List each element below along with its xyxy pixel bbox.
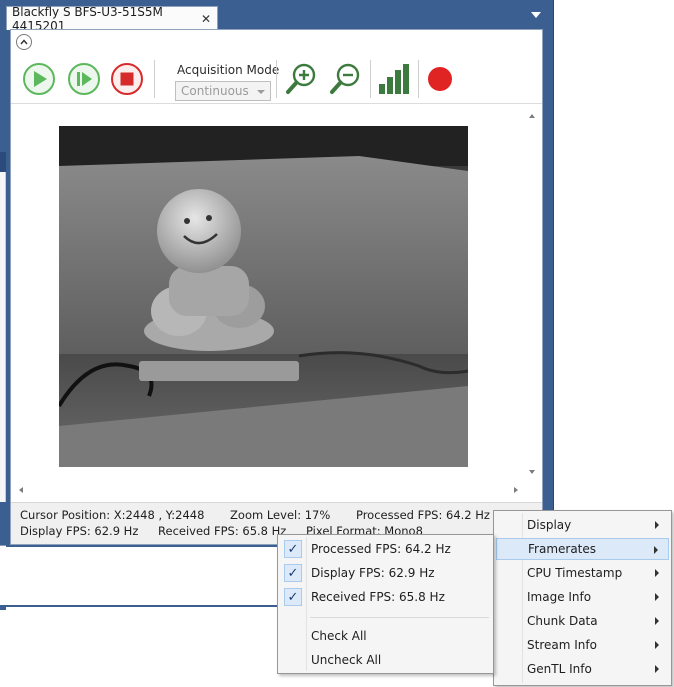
tab-dropdown-icon[interactable] xyxy=(531,12,541,18)
stop-acquisition-button[interactable] xyxy=(109,61,145,97)
menu-item-chunk-data[interactable]: Chunk Data xyxy=(496,610,669,632)
menu-item-label: CPU Timestamp xyxy=(527,566,623,580)
toolbar-separator xyxy=(418,60,419,98)
status-context-menu: Display Framerates CPU Timestamp Image I… xyxy=(493,510,672,686)
submenu-arrow-icon xyxy=(655,593,659,601)
record-icon xyxy=(428,67,452,91)
submenu-arrow-icon xyxy=(655,521,659,529)
menu-item-stream-info[interactable]: Stream Info xyxy=(496,634,669,656)
menu-item-display-fps[interactable]: ✓ Display FPS: 62.9 Hz xyxy=(280,562,491,584)
toolbar-separator xyxy=(276,60,277,98)
acquisition-mode-value: Continuous xyxy=(181,84,249,98)
processed-fps: Processed FPS: 64.2 Hz xyxy=(355,508,490,522)
toolbar: Acquisition Mode Continuous xyxy=(11,54,542,104)
checkmark-icon: ✓ xyxy=(284,564,302,582)
display-fps: Display FPS: 62.9 Hz xyxy=(20,524,139,538)
start-acquisition-button[interactable] xyxy=(21,61,57,97)
camera-image xyxy=(59,126,468,467)
camera-window: Blackfly S BFS-U3-51S5M 4415201 ✕ Acquis… xyxy=(6,0,554,547)
zoom-in-button[interactable] xyxy=(283,61,319,97)
camera-view-panel: Acquisition Mode Continuous Cursor Posit… xyxy=(10,29,543,545)
menu-item-label: Stream Info xyxy=(527,638,597,652)
scroll-up-icon[interactable] xyxy=(529,114,535,118)
menu-item-label: Uncheck All xyxy=(311,653,382,667)
scroll-left-icon[interactable] xyxy=(19,487,23,493)
menu-item-label: Check All xyxy=(311,629,367,643)
vertical-scrollbar[interactable] xyxy=(524,106,541,482)
menu-item-uncheck-all[interactable]: Uncheck All xyxy=(280,649,491,671)
checkmark-icon: ✓ xyxy=(284,588,302,606)
zoom-out-button[interactable] xyxy=(327,61,363,97)
chevron-down-icon xyxy=(257,90,265,94)
tab-strip: Blackfly S BFS-U3-51S5M 4415201 ✕ xyxy=(6,0,553,33)
submenu-arrow-icon xyxy=(654,546,658,554)
cursor-position: Cursor Position: X:2448 , Y:2448 xyxy=(20,508,205,522)
menu-item-label: Display xyxy=(527,518,572,532)
histogram-button[interactable] xyxy=(375,61,411,97)
status-line-1: Cursor Position: X:2448 , Y:2448 Zoom Le… xyxy=(20,508,490,522)
menu-item-gentl-info[interactable]: GenTL Info xyxy=(496,658,669,680)
menu-item-image-info[interactable]: Image Info xyxy=(496,586,669,608)
scroll-down-icon[interactable] xyxy=(529,470,535,474)
menu-item-label: Received FPS: 65.8 Hz xyxy=(311,590,445,604)
histogram-icon xyxy=(379,64,409,94)
camera-image-render xyxy=(59,126,468,467)
received-fps: Received FPS: 65.8 Hz xyxy=(158,524,287,538)
zoom-in-icon xyxy=(286,63,316,94)
menu-item-label: Framerates xyxy=(528,542,597,556)
checkmark-icon: ✓ xyxy=(284,540,302,558)
horizontal-scrollbar[interactable] xyxy=(11,482,526,499)
scroll-right-icon[interactable] xyxy=(514,487,518,493)
submenu-arrow-icon xyxy=(655,641,659,649)
menu-separator xyxy=(310,617,489,618)
menu-item-label: Image Info xyxy=(527,590,592,604)
toolbar-separator xyxy=(370,60,371,98)
zoom-out-icon xyxy=(330,63,360,94)
step-play-icon xyxy=(68,63,100,95)
close-icon[interactable]: ✕ xyxy=(201,12,211,26)
single-frame-button[interactable] xyxy=(66,61,102,97)
menu-item-cpu-timestamp[interactable]: CPU Timestamp xyxy=(496,562,669,584)
menu-item-check-all[interactable]: Check All xyxy=(280,625,491,647)
toolbar-separator xyxy=(154,60,155,98)
play-icon xyxy=(23,63,55,95)
menu-item-label: Chunk Data xyxy=(527,614,598,628)
menu-item-framerates[interactable]: Framerates xyxy=(496,538,669,560)
menu-item-display[interactable]: Display xyxy=(496,514,669,536)
framerates-submenu: ✓ Processed FPS: 64.2 Hz ✓ Display FPS: … xyxy=(277,534,494,674)
record-button[interactable] xyxy=(422,61,458,97)
acquisition-mode-select: Continuous xyxy=(175,81,271,101)
submenu-arrow-icon xyxy=(655,569,659,577)
menu-item-label: GenTL Info xyxy=(527,662,592,676)
tab-camera[interactable]: Blackfly S BFS-U3-51S5M 4415201 ✕ xyxy=(6,5,218,33)
submenu-arrow-icon xyxy=(655,617,659,625)
image-viewport[interactable] xyxy=(11,106,524,482)
menu-item-processed-fps[interactable]: ✓ Processed FPS: 64.2 Hz xyxy=(280,538,491,560)
stop-icon xyxy=(111,63,143,95)
menu-item-label: Display FPS: 62.9 Hz xyxy=(311,566,435,580)
chevron-up-icon xyxy=(20,39,28,45)
acquisition-mode-label: Acquisition Mode xyxy=(177,63,280,77)
menu-item-received-fps[interactable]: ✓ Received FPS: 65.8 Hz xyxy=(280,586,491,608)
collapse-toolbar-button[interactable] xyxy=(16,34,32,50)
submenu-arrow-icon xyxy=(655,665,659,673)
menu-item-label: Processed FPS: 64.2 Hz xyxy=(311,542,451,556)
zoom-level: Zoom Level: 17% xyxy=(230,508,331,522)
